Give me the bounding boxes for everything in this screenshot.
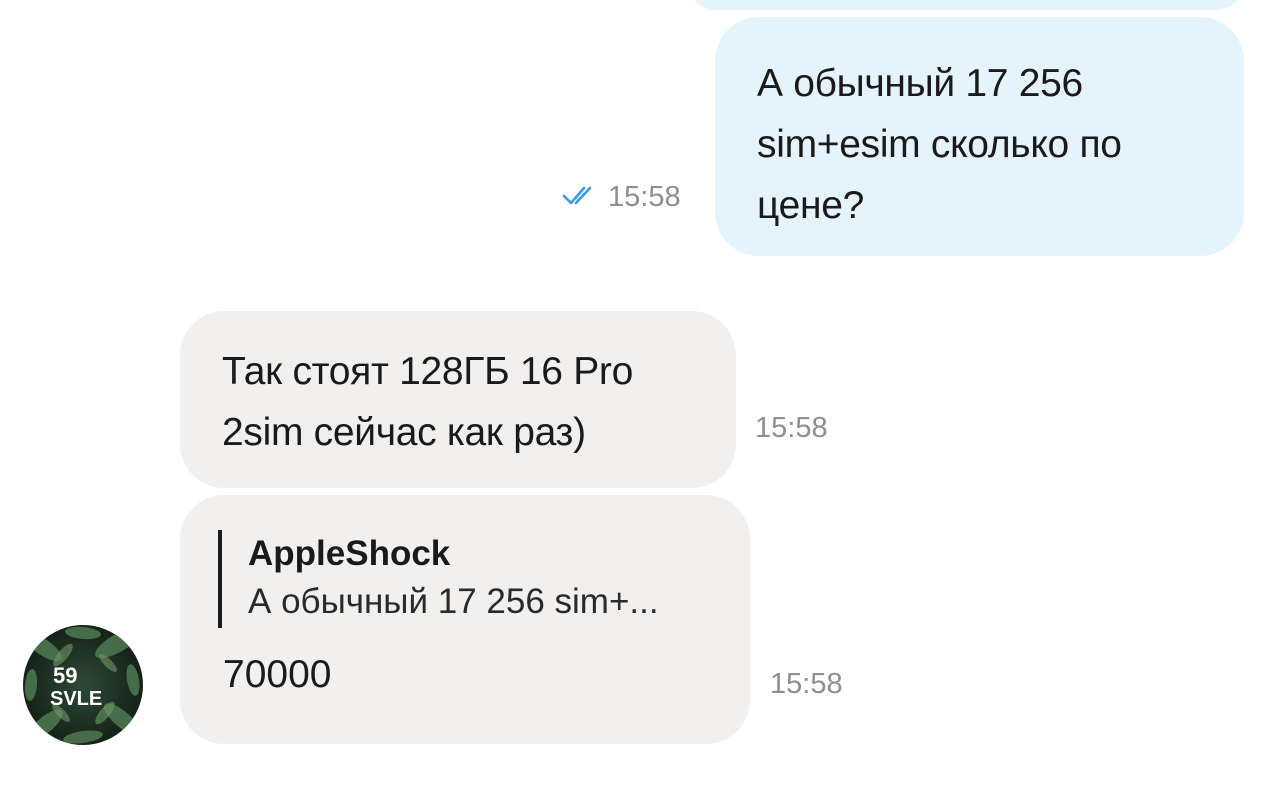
message-text: Так стоят 128ГБ 16 Pro 2sim сейчас как р…: [222, 350, 634, 454]
incoming-message-bubble[interactable]: Так стоят 128ГБ 16 Pro 2sim сейчас как р…: [180, 311, 736, 488]
message-text: 70000: [223, 653, 332, 696]
incoming-reply-message-bubble[interactable]: AppleShock А обычный 17 256 sim+... 7000…: [180, 495, 750, 744]
message-meta: 15:58: [562, 177, 681, 217]
message-time: 15:58: [770, 668, 843, 700]
message-text: А обычный 17 256 sim+esim сколько по цен…: [757, 62, 1122, 227]
reply-text: А обычный 17 256 sim+...: [248, 582, 659, 621]
double-check-icon: [562, 185, 600, 210]
outgoing-message-bubble[interactable]: А обычный 17 256 sim+esim сколько по цен…: [715, 17, 1244, 256]
avatar-text-bottom: SVLE: [50, 688, 102, 710]
reply-quote[interactable]: AppleShock А обычный 17 256 sim+...: [218, 530, 659, 628]
sender-avatar[interactable]: 59 SVLE: [23, 625, 143, 745]
previous-outgoing-message-bubble[interactable]: [688, 0, 1244, 10]
chat-area: А обычный 17 256 sim+esim сколько по цен…: [0, 0, 1280, 798]
message-time: 15:58: [755, 412, 828, 444]
reply-author: AppleShock: [248, 534, 451, 573]
avatar-text-top: 59: [53, 663, 77, 688]
leaf-pattern-avatar: 59 SVLE: [23, 625, 143, 745]
message-time: 15:58: [608, 180, 681, 213]
